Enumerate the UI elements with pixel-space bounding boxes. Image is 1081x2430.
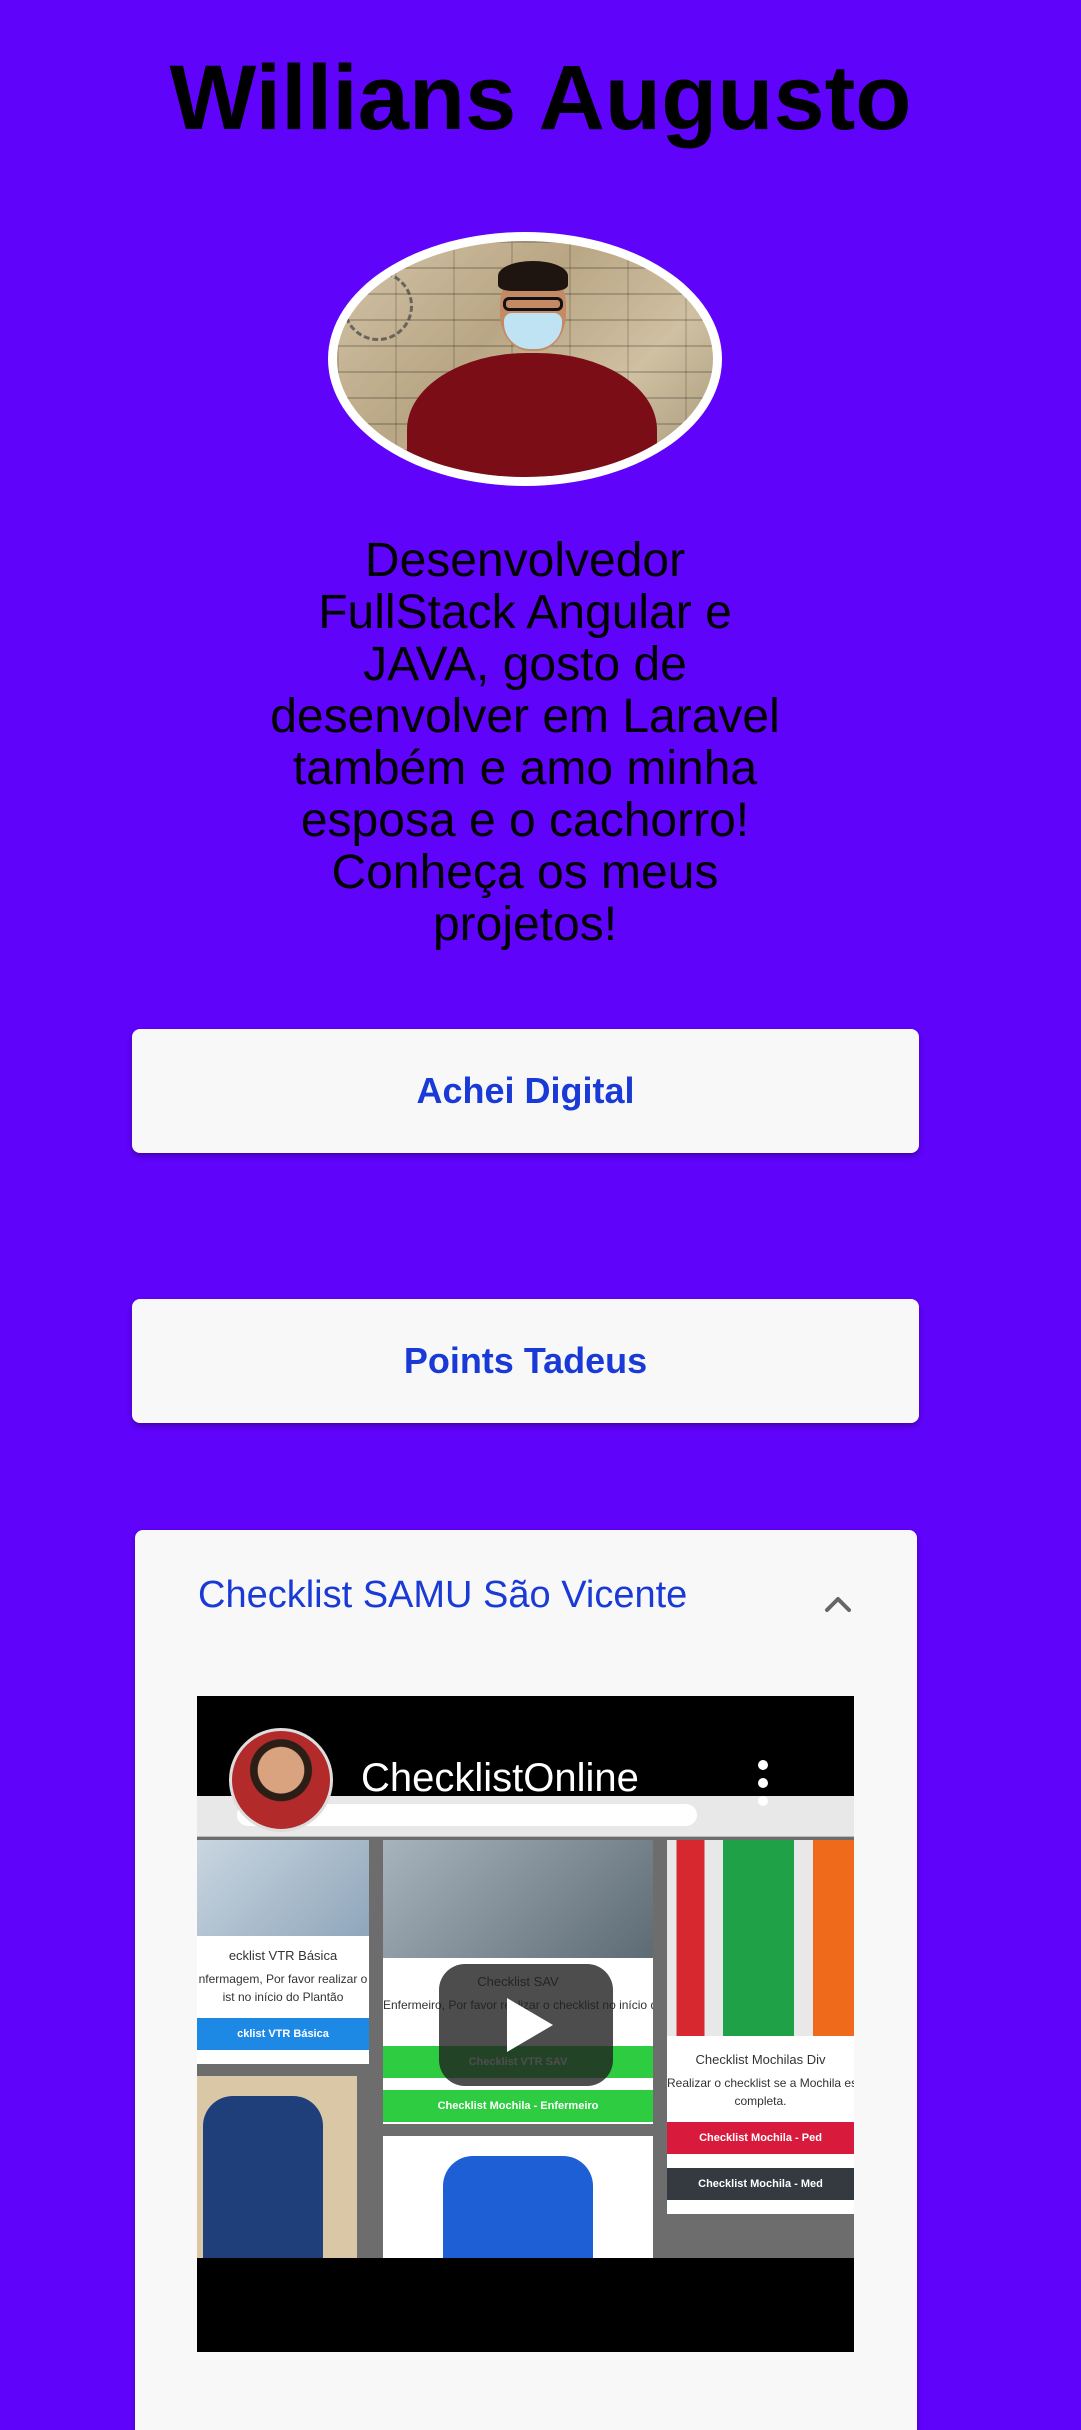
card-photo [383, 1840, 653, 1958]
card-button: Checklist Mochila - Ped [667, 2122, 854, 2154]
link-button-points-tadeus[interactable]: Points Tadeus [132, 1299, 919, 1423]
card-text: ist no início do Plantão [222, 1990, 344, 2004]
profile-bio: Desenvolvedor FullStack Angular e JAVA, … [270, 534, 780, 951]
card-title: ecklist VTR Básica [228, 1948, 338, 1963]
expansion-panel-header[interactable]: Checklist SAMU São Vicente [135, 1530, 917, 1670]
thumbnail-card: Checklist Mochilas Div Realizar o checkl… [667, 1840, 854, 2214]
profile-name: Willians Augusto [169, 47, 912, 149]
photo-person-body [407, 353, 657, 477]
card-photo [443, 2156, 593, 2258]
card-button: Checklist Mochila - Med [667, 2168, 854, 2200]
card-photo [667, 1840, 854, 2036]
wall-decoration [343, 271, 413, 341]
video-channel-name[interactable]: ChecklistOnline [361, 1756, 639, 1801]
photo-person-hair [498, 261, 568, 291]
card-text: Realizar o checklist se a Mochila está [667, 2076, 854, 2090]
profile-photo [337, 241, 713, 477]
profile-avatar [328, 232, 722, 486]
thumbnail-card-backpack [383, 2136, 653, 2258]
card-photo [203, 2096, 323, 2258]
expansion-panel-checklist: Checklist SAMU São Vicente ecklist VTR B… [135, 1530, 917, 2430]
channel-avatar[interactable] [229, 1728, 333, 1832]
card-button: cklist VTR Básica [197, 2018, 369, 2050]
play-button[interactable] [439, 1964, 613, 2086]
panel-title: Checklist SAMU São Vicente [198, 1574, 688, 1616]
chevron-up-icon[interactable] [821, 1588, 855, 1622]
card-text: nfermagem, Por favor realizar o [198, 1972, 368, 1986]
youtube-video-embed[interactable]: ecklist VTR Básica nfermagem, Por favor … [197, 1696, 854, 2352]
card-photo [197, 1840, 369, 1936]
card-button: Checklist Mochila - Enfermeiro [383, 2090, 653, 2122]
card-title: Checklist Mochilas Div [695, 2052, 826, 2067]
thumbnail-card-person [197, 2076, 357, 2258]
thumbnail-card: ecklist VTR Básica nfermagem, Por favor … [197, 1840, 369, 2064]
card-text: completa. [734, 2094, 787, 2108]
photo-person-glasses [503, 297, 563, 311]
play-icon [507, 1998, 553, 2052]
link-button-achei-digital[interactable]: Achei Digital [132, 1029, 919, 1153]
more-vertical-icon[interactable] [753, 1760, 773, 1806]
